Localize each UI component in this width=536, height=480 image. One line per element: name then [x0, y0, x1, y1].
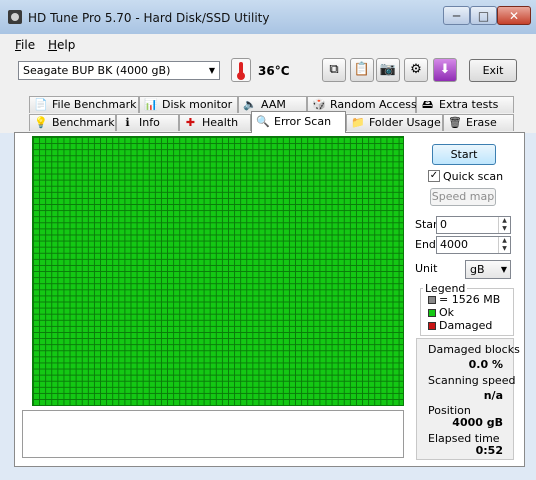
scanning-speed-label: Scanning speed — [428, 374, 516, 387]
start-button[interactable]: Start — [432, 144, 496, 165]
tab-error-scan[interactable]: 🔍 Error Scan — [251, 111, 346, 133]
legend-damaged-label: Damaged — [439, 319, 493, 332]
temperature-readout: 36°C — [258, 64, 290, 78]
tab-folder-usage[interactable]: 📁 Folder Usage — [346, 114, 443, 131]
elapsed-time-value: 0:52 — [475, 444, 503, 457]
copy-text-button[interactable]: ⧉ — [322, 58, 346, 82]
position-value: 4000 gB — [452, 416, 503, 429]
start-input[interactable]: 0 ▲ ▼ — [436, 216, 511, 234]
end-field-label: End — [415, 238, 436, 251]
scan-block-map — [32, 136, 404, 406]
menu-help[interactable]: Help — [48, 38, 75, 52]
wrench-icon: ⚙ — [410, 62, 422, 77]
legend-block-size: = 1526 MB — [439, 293, 501, 306]
quick-scan-label[interactable]: Quick scan — [443, 170, 503, 183]
quick-scan-checkbox[interactable]: ✓ — [428, 170, 440, 182]
legend-ok-label: Ok — [439, 306, 455, 319]
tab-label: Health — [202, 116, 239, 129]
menu-file[interactable]: File — [15, 38, 35, 52]
speaker-icon: 🔈 — [243, 98, 257, 111]
tab-label: Error Scan — [274, 115, 332, 128]
legend-block-swatch — [428, 296, 436, 304]
clipboard-icon: 📋 — [353, 62, 371, 77]
folder-icon: 📁 — [351, 116, 365, 129]
tab-erase[interactable]: 🗑 Erase — [443, 114, 514, 131]
spinner-arrows-icon[interactable]: ▲ ▼ — [498, 217, 510, 233]
thermometer-icon — [231, 58, 251, 82]
lightbulb-icon: 💡 — [34, 116, 48, 129]
app-icon — [8, 10, 22, 24]
trash-icon: 🗑 — [448, 116, 462, 129]
drive-select[interactable]: Seagate BUP BK (4000 gB) — [18, 61, 220, 80]
tab-benchmark[interactable]: 💡 Benchmark — [29, 114, 116, 131]
copy-icon: ⧉ — [329, 62, 339, 77]
file-icon: 📄 — [34, 98, 48, 111]
tab-label: File Benchmark — [52, 98, 137, 111]
screenshot-button[interactable]: 📷 — [376, 58, 400, 82]
unit-select[interactable]: gB ▼ — [465, 260, 511, 279]
chevron-down-icon: ▼ — [500, 265, 507, 274]
legend-damaged-swatch — [428, 322, 436, 330]
tab-label: Folder Usage — [369, 116, 441, 129]
end-value: 4000 — [440, 238, 468, 251]
magnifier-icon: 🔍 — [256, 115, 270, 128]
drive-icon: 🖴 — [421, 98, 434, 111]
scan-log[interactable] — [22, 410, 404, 458]
start-value: 0 — [440, 218, 447, 231]
maximize-button[interactable]: □ — [470, 6, 497, 25]
window-title: HD Tune Pro 5.70 - Hard Disk/SSD Utility — [28, 11, 270, 25]
tab-file-benchmark[interactable]: 📄 File Benchmark — [29, 96, 139, 113]
spinner-arrows-icon[interactable]: ▲ ▼ — [498, 237, 510, 253]
legend-ok-swatch — [428, 309, 436, 317]
camera-icon: 📷 — [379, 62, 397, 77]
tab-label: Benchmark — [52, 116, 115, 129]
tab-label: Extra tests — [439, 98, 499, 111]
bar-chart-icon: 📊 — [144, 98, 158, 111]
exit-button[interactable]: Exit — [469, 59, 517, 82]
close-button[interactable]: ✕ — [497, 6, 531, 25]
save-button[interactable]: ⬇ — [433, 58, 457, 82]
speed-map-button[interactable]: Speed map — [430, 188, 496, 206]
menu-bar — [0, 34, 536, 54]
damaged-blocks-value: 0.0 % — [468, 358, 503, 371]
tab-info[interactable]: ℹ Info — [116, 114, 179, 131]
chevron-down-icon[interactable]: ▼ — [205, 62, 219, 79]
tab-health[interactable]: ✚ Health — [179, 114, 251, 131]
tab-extra-tests[interactable]: 🖴 Extra tests — [416, 96, 514, 113]
tab-label: Info — [139, 116, 160, 129]
tab-disk-monitor[interactable]: 📊 Disk monitor — [139, 96, 238, 113]
unit-label: Unit — [415, 262, 438, 275]
damaged-blocks-label: Damaged blocks — [428, 343, 520, 356]
tab-label: Disk monitor — [162, 98, 233, 111]
info-icon: ℹ — [125, 116, 130, 129]
copy-image-button[interactable]: 📋 — [350, 58, 374, 82]
unit-value: gB — [470, 263, 485, 276]
options-button[interactable]: ⚙ — [404, 58, 428, 82]
minimize-button[interactable]: ─ — [443, 6, 470, 25]
health-cross-icon: ✚ — [185, 116, 196, 129]
dice-icon: 🎲 — [312, 98, 326, 111]
scanning-speed-value: n/a — [483, 389, 503, 402]
tab-label: Erase — [466, 116, 497, 129]
download-arrow-icon: ⬇ — [439, 62, 451, 77]
end-input[interactable]: 4000 ▲ ▼ — [436, 236, 511, 254]
